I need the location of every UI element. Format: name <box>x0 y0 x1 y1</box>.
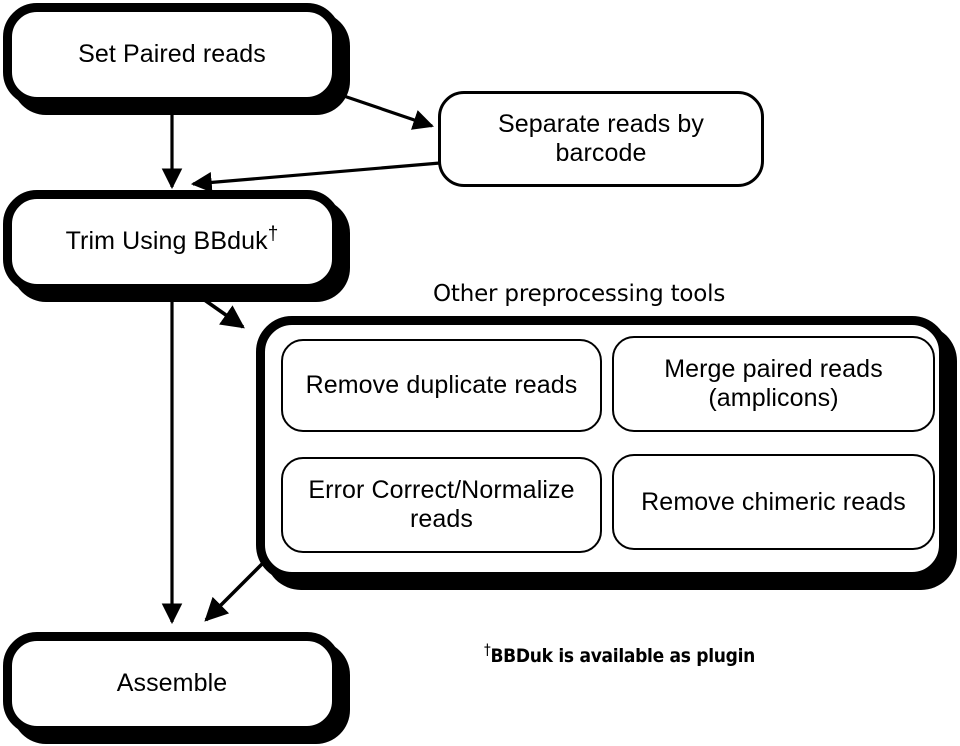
node-label: Assemble <box>116 669 228 697</box>
node-set-paired-reads[interactable]: Set Paired reads <box>3 3 341 106</box>
edge-separate-to-trim <box>190 161 441 193</box>
node-label: Merge paired reads (amplicons) <box>664 355 883 412</box>
node-label-text: Trim Using BBduk <box>65 227 268 255</box>
node-label: Trim Using BBduk† <box>56 223 289 256</box>
node-separate-reads-by-barcode[interactable]: Separate reads by barcode <box>438 91 764 187</box>
edge-trim-to-group <box>194 292 245 329</box>
node-label: Separate reads by barcode <box>498 110 704 167</box>
footnote-text: BBDuk is available as plugin <box>490 645 756 667</box>
node-remove-duplicate-reads[interactable]: Remove duplicate reads <box>281 339 602 432</box>
node-assemble[interactable]: Assemble <box>3 632 341 735</box>
node-label: Error Correct/Normalize reads <box>308 476 575 533</box>
node-trim-using-bbduk[interactable]: Trim Using BBduk† <box>3 190 341 293</box>
flowchart-canvas: Set Paired reads Separate reads by barco… <box>0 0 960 746</box>
group-title-other-preprocessing-tools: Other preprocessing tools <box>433 281 726 307</box>
node-remove-chimeric-reads[interactable]: Remove chimeric reads <box>612 454 935 550</box>
node-error-correct-normalize-reads[interactable]: Error Correct/Normalize reads <box>281 457 602 553</box>
node-merge-paired-reads[interactable]: Merge paired reads (amplicons) <box>612 336 935 432</box>
group-other-preprocessing-tools: Remove duplicate reads Merge paired read… <box>256 316 948 581</box>
node-label: Remove duplicate reads <box>305 371 578 399</box>
edge-group-to-assemble <box>204 559 267 622</box>
dagger-superscript: † <box>267 223 279 245</box>
node-label: Set Paired reads <box>78 40 266 68</box>
node-label: Remove chimeric reads <box>641 487 906 516</box>
edge-set-to-separate <box>334 91 434 130</box>
footnote-bbduk: †BBDuk is available as plugin <box>484 642 756 667</box>
